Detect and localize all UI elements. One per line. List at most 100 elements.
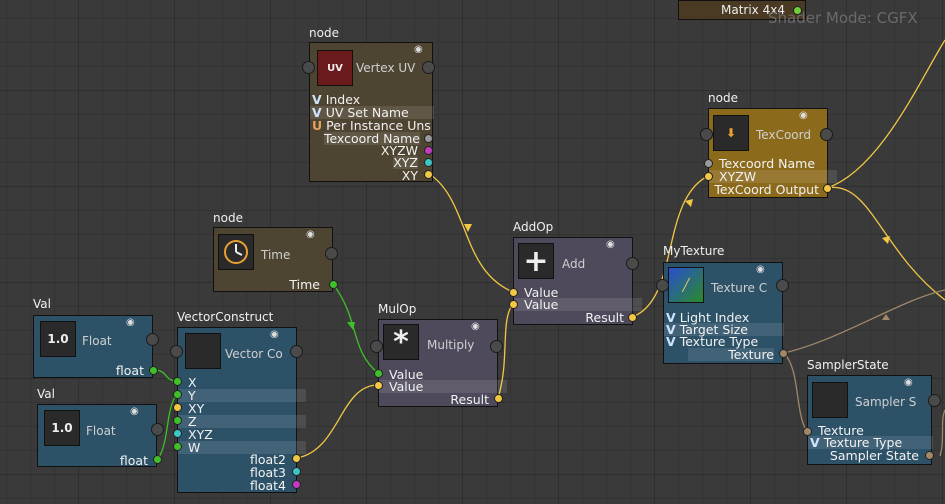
sampler-output-pin[interactable] <box>928 394 941 407</box>
val1-node[interactable]: 1.0 Float ◉ float <box>33 315 153 378</box>
pin-xy[interactable] <box>173 403 182 412</box>
mulop-title: MulOp <box>378 302 417 316</box>
addop-output-pin[interactable] <box>626 257 639 270</box>
sampler-icon <box>812 382 848 418</box>
port-xy[interactable]: XY <box>178 402 306 415</box>
pin-xyz[interactable] <box>424 158 433 167</box>
val1-float-pin[interactable] <box>149 366 158 375</box>
settings-icon[interactable]: ◉ <box>130 406 139 417</box>
vector-construct-output-pin[interactable] <box>290 345 303 358</box>
pin-texture[interactable] <box>779 349 788 358</box>
port-w[interactable]: W <box>178 441 306 454</box>
texcoord-title: node <box>708 91 738 105</box>
vertex-uv-icon: UV <box>317 50 353 86</box>
multiply-icon: * <box>383 324 419 360</box>
port-uv-set-name[interactable]: V UV Set Name <box>310 106 434 119</box>
pin-float4[interactable] <box>292 480 301 489</box>
pin-value-2[interactable] <box>509 300 518 309</box>
vector-construct-input-pin[interactable] <box>170 345 183 358</box>
settings-icon[interactable]: ◉ <box>799 110 808 121</box>
vertex-uv-input-pin[interactable] <box>302 61 315 74</box>
mytexture-node[interactable]: ╱ Texture C ◉ V Light Index V Target Size … <box>663 262 784 364</box>
sampler-type: Sampler S <box>855 395 917 409</box>
settings-icon[interactable]: ◉ <box>606 239 615 250</box>
vector-construct-icon <box>185 333 221 369</box>
settings-icon[interactable]: ◉ <box>904 377 913 388</box>
pin-float2[interactable] <box>292 454 301 463</box>
pin-texcoord-output[interactable] <box>823 184 832 193</box>
pin-xyzw[interactable] <box>704 172 713 181</box>
pin-xy[interactable] <box>424 170 433 179</box>
port-texcoord-output[interactable]: TexCoord Output <box>714 183 819 196</box>
pin-texcoord-name[interactable] <box>424 134 433 143</box>
vertex-uv-title: node <box>309 26 339 40</box>
port-float[interactable]: float <box>116 364 144 377</box>
mulop-output-pin[interactable] <box>490 340 503 353</box>
val2-float-pin[interactable] <box>153 455 162 464</box>
time-node[interactable]: Time ◉ Time <box>213 227 338 292</box>
texcoord-type: TexCoord <box>756 128 811 142</box>
port-xy[interactable]: XY <box>402 169 418 182</box>
pin-y[interactable] <box>173 390 182 399</box>
mytexture-input-pin[interactable] <box>656 279 669 292</box>
pin-xyzw[interactable] <box>424 146 433 155</box>
sampler-node[interactable]: Sampler S ◉ Texture V Texture Type Sample… <box>807 375 933 465</box>
pin-xyz[interactable] <box>173 429 182 438</box>
val1-value: 1.0 <box>40 321 76 357</box>
addop-node[interactable]: + Add ◉ Value Value Result <box>513 237 642 325</box>
port-time[interactable]: Time <box>289 278 320 291</box>
vector-construct-title: VectorConstruct <box>177 310 274 324</box>
pin-sampler-state[interactable] <box>925 451 934 460</box>
wire-texture-sampler <box>783 352 807 431</box>
val2-output-pin[interactable] <box>151 423 164 436</box>
port-texture[interactable]: Texture <box>688 348 774 361</box>
pin-z[interactable] <box>173 416 182 425</box>
pin-texcoord-name[interactable] <box>704 159 713 168</box>
wire-top-right <box>826 39 945 189</box>
port-result[interactable]: Result <box>450 393 489 406</box>
port-sampler-state[interactable]: Sampler State <box>830 449 919 462</box>
val1-output-pin[interactable] <box>146 333 159 346</box>
pin-value-1[interactable] <box>374 369 383 378</box>
mulop-input-pin[interactable] <box>370 340 383 353</box>
vector-construct-node[interactable]: Vector Co ◉ X Y XY Z XYZ W float2 float3… <box>177 327 306 493</box>
port-float[interactable]: float <box>120 454 148 467</box>
pin-value-2[interactable] <box>374 381 383 390</box>
pin-x[interactable] <box>173 377 182 386</box>
port-float4[interactable]: float4 <box>250 479 286 492</box>
time-output-pin[interactable] <box>325 247 338 260</box>
texcoord-output-pin[interactable] <box>820 128 833 141</box>
pin-result[interactable] <box>494 394 503 403</box>
mytexture-output-pin[interactable] <box>776 279 789 292</box>
add-icon: + <box>518 243 554 279</box>
texcoord-node[interactable]: ⬇ TexCoord ◉ Texcoord Name XYZW TexCoord… <box>708 108 837 198</box>
settings-icon[interactable]: ◉ <box>471 321 480 332</box>
pin-result[interactable] <box>628 313 637 322</box>
vertex-uv-node[interactable]: UV Vertex UV ◉ V Index V UV Set Name U Per … <box>309 42 434 182</box>
mulop-node[interactable]: * Multiply ◉ Value Value Result <box>378 319 507 407</box>
pin-time[interactable] <box>329 280 338 289</box>
settings-icon[interactable]: ◉ <box>270 329 279 340</box>
texcoord-input-pin[interactable] <box>700 128 713 141</box>
settings-icon[interactable]: ◉ <box>126 317 135 328</box>
pin-texture-in[interactable] <box>803 427 812 436</box>
texcoord-icon: ⬇ <box>713 115 749 151</box>
settings-icon[interactable]: ◉ <box>756 264 765 275</box>
pin-float3[interactable] <box>292 467 301 476</box>
pin-w[interactable] <box>173 442 182 451</box>
val2-title: Val <box>37 387 55 401</box>
shader-mode-label: Shader Mode: CGFX <box>768 9 918 27</box>
val2-node[interactable]: 1.0 Float ◉ float <box>37 404 157 467</box>
pin-value-1[interactable] <box>509 288 518 297</box>
port-x[interactable]: X <box>178 376 306 389</box>
wire-texcoord-out <box>826 186 945 301</box>
vertex-uv-output-pin[interactable] <box>422 61 435 74</box>
settings-icon[interactable]: ◉ <box>414 44 423 55</box>
sampler-title: SamplerState <box>807 358 889 372</box>
settings-icon[interactable]: ◉ <box>306 229 315 240</box>
wire-xy-add <box>427 172 514 293</box>
mulop-type: Multiply <box>427 338 475 352</box>
port-result[interactable]: Result <box>585 311 624 324</box>
mytexture-title: MyTexture <box>663 244 725 258</box>
vector-construct-type: Vector Co <box>225 347 283 361</box>
